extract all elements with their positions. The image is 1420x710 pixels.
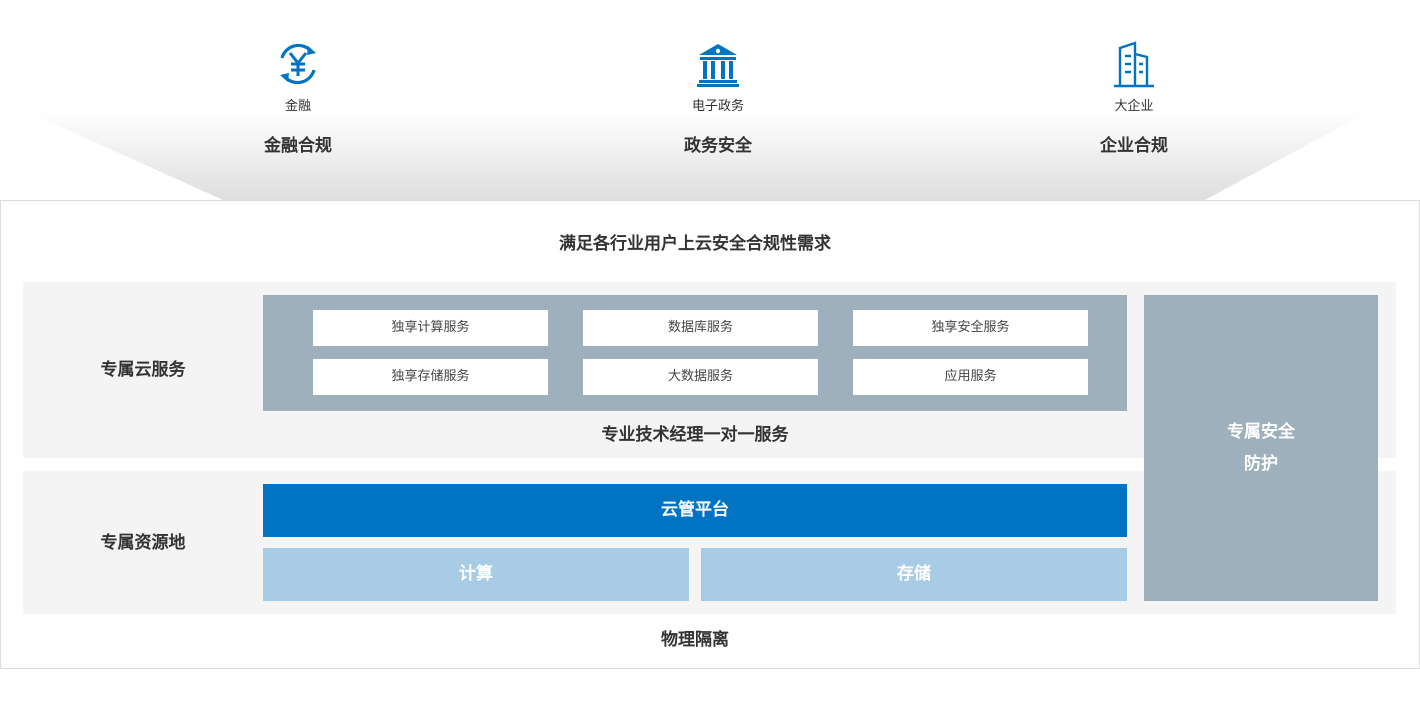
industry-enterprise: 大企业 企业合规 — [1034, 40, 1234, 157]
industry-title: 企业合规 — [1100, 136, 1168, 156]
dedicated-service-label: 专属云服务 — [100, 360, 186, 380]
service-item: 数据库服务 — [583, 310, 818, 346]
service-item: 独享存储服务 — [313, 359, 548, 395]
manager-service-text: 专业技术经理一对一服务 — [601, 425, 789, 445]
security-line-1: 专属安全 — [1227, 422, 1295, 442]
industry-egov: 电子政务 政务安全 — [618, 40, 818, 157]
yen-exchange-icon — [280, 43, 316, 85]
industry-title: 政务安全 — [684, 136, 752, 156]
industry-finance: 金融 金融合规 — [198, 40, 398, 157]
office-building-icon — [1114, 41, 1154, 88]
storage-block: 存储 — [701, 548, 1127, 601]
service-item: 应用服务 — [853, 359, 1088, 395]
security-line-2: 防护 — [1244, 454, 1278, 474]
physical-isolation-label: 物理隔离 — [661, 630, 729, 650]
industry-label: 金融 — [284, 99, 311, 114]
service-item: 独享安全服务 — [853, 310, 1088, 346]
industry-label: 电子政务 — [691, 99, 744, 114]
headline: 满足各行业用户上云安全合规性需求 — [559, 234, 831, 254]
industry-title: 金融合规 — [264, 136, 332, 156]
cloud-management-platform: 云管平台 — [263, 484, 1127, 537]
industry-label: 大企业 — [1114, 99, 1154, 114]
dedicated-security-block: 专属安全 防护 — [1144, 295, 1378, 601]
service-item: 独享计算服务 — [313, 310, 548, 346]
dedicated-resource-label: 专属资源地 — [100, 533, 186, 553]
service-item: 大数据服务 — [583, 359, 818, 395]
government-building-icon — [697, 44, 739, 87]
compute-block: 计算 — [263, 548, 689, 601]
